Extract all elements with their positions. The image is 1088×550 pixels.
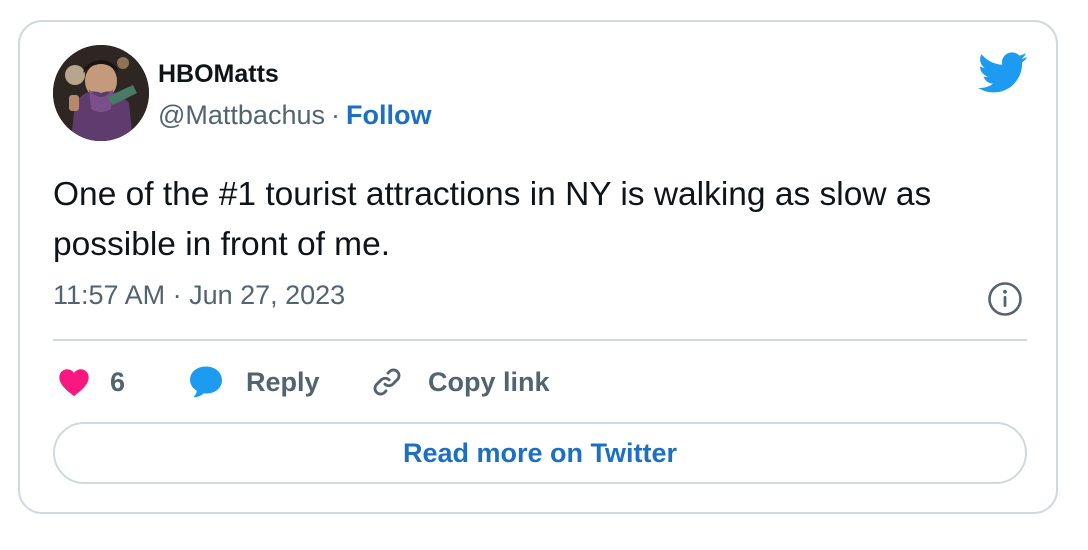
tweet-timestamp[interactable]: 11:57 AM · Jun 27, 2023 — [53, 280, 345, 311]
speech-bubble-icon — [190, 366, 222, 398]
author-handle[interactable]: @Mattbachus — [158, 100, 325, 130]
tweet-embed-card: HBOMatts @Mattbachus · Follow One of the #… — [18, 20, 1058, 514]
read-more-button[interactable]: Read more on Twitter — [53, 422, 1027, 484]
handle-separator: · — [330, 100, 340, 130]
heart-icon — [59, 369, 89, 397]
like-button[interactable]: 6 — [58, 362, 125, 402]
avatar[interactable] — [53, 45, 149, 141]
author-handle-row: @Mattbachus · Follow — [158, 100, 431, 131]
reply-button[interactable]: Reply — [188, 362, 320, 402]
info-icon[interactable] — [986, 280, 1024, 318]
reply-label: Reply — [246, 366, 320, 397]
follow-button[interactable]: Follow — [346, 100, 431, 130]
link-icon — [373, 368, 401, 396]
twitter-bird-icon[interactable] — [978, 52, 1028, 94]
copy-link-label: Copy link — [428, 366, 550, 397]
tweet-text: One of the #1 tourist attractions in NY … — [53, 176, 932, 263]
like-count: 6 — [110, 366, 126, 397]
author-display-name[interactable]: HBOMatts — [158, 60, 279, 89]
avatar-photo — [53, 45, 149, 141]
divider — [53, 339, 1027, 341]
copy-link-button[interactable]: Copy link — [370, 362, 550, 402]
